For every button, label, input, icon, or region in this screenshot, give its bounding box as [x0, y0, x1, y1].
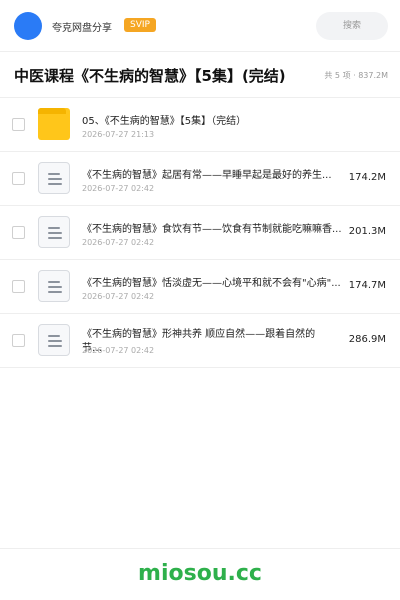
- select-checkbox[interactable]: [12, 118, 25, 131]
- watermark-logo: miosou.cc: [138, 561, 262, 586]
- list-item[interactable]: 《不生病的智慧》食饮有节——饮食有节制就能吃嘛嘛香... 2026-07-27 …: [0, 206, 400, 260]
- file-date: 2026-07-27 02:42: [82, 184, 155, 193]
- list-item[interactable]: 《不生病的智慧》恬淡虚无——心境平和就不会有"心病"... 2026-07-27…: [0, 260, 400, 314]
- list-item[interactable]: 05、《不生病的智慧》【5集】（完结） 2026-07-27 21:13: [0, 98, 400, 152]
- share-name: 夸克网盘分享: [52, 23, 112, 34]
- file-size: 174.2M: [348, 172, 386, 183]
- select-checkbox[interactable]: [12, 334, 25, 347]
- file-size: 286.9M: [348, 334, 386, 345]
- list-item[interactable]: 《不生病的智慧》起居有常——早睡早起是最好的养生... 2026-07-27 0…: [0, 152, 400, 206]
- folder-icon: [38, 108, 70, 140]
- folder-title-bar: 中医课程《不生病的智慧》【5集】(完结) 共 5 项 · 837.2M: [0, 52, 400, 98]
- list-item[interactable]: 《不生病的智慧》形神共养 顺应自然——跟着自然的节… 2026-07-27 02…: [0, 314, 400, 368]
- file-size: 201.3M: [348, 226, 386, 237]
- file-name: 《不生病的智慧》恬淡虚无——心境平和就不会有"心病"...: [82, 278, 341, 289]
- item-count: 共 5 项 · 837.2M: [324, 71, 388, 80]
- select-checkbox[interactable]: [12, 280, 25, 293]
- document-icon: [38, 324, 70, 356]
- document-icon: [38, 162, 70, 194]
- file-date: 2026-07-27 02:42: [82, 292, 155, 301]
- svip-badge: SVIP: [124, 18, 156, 32]
- file-size: 174.7M: [348, 280, 386, 291]
- file-date: 2026-07-27 02:42: [82, 346, 155, 355]
- file-name: 05、《不生病的智慧》【5集】（完结）: [82, 116, 247, 127]
- page-title: 中医课程《不生病的智慧》【5集】(完结): [14, 67, 286, 85]
- file-date: 2026-07-27 02:42: [82, 238, 155, 247]
- file-name: 《不生病的智慧》食饮有节——饮食有节制就能吃嘛嘛香...: [82, 224, 342, 235]
- file-list: 05、《不生病的智慧》【5集】（完结） 2026-07-27 21:13 《不生…: [0, 98, 400, 368]
- search-button[interactable]: 搜索: [316, 12, 388, 40]
- document-icon: [38, 216, 70, 248]
- footer: miosou.cc: [0, 548, 400, 600]
- select-checkbox[interactable]: [12, 172, 25, 185]
- document-icon: [38, 270, 70, 302]
- file-name: 《不生病的智慧》起居有常——早睡早起是最好的养生...: [82, 170, 332, 181]
- file-date: 2026-07-27 21:13: [82, 130, 155, 139]
- avatar[interactable]: [14, 12, 42, 40]
- app-header: 夸克网盘分享 SVIP 搜索: [0, 0, 400, 52]
- select-checkbox[interactable]: [12, 226, 25, 239]
